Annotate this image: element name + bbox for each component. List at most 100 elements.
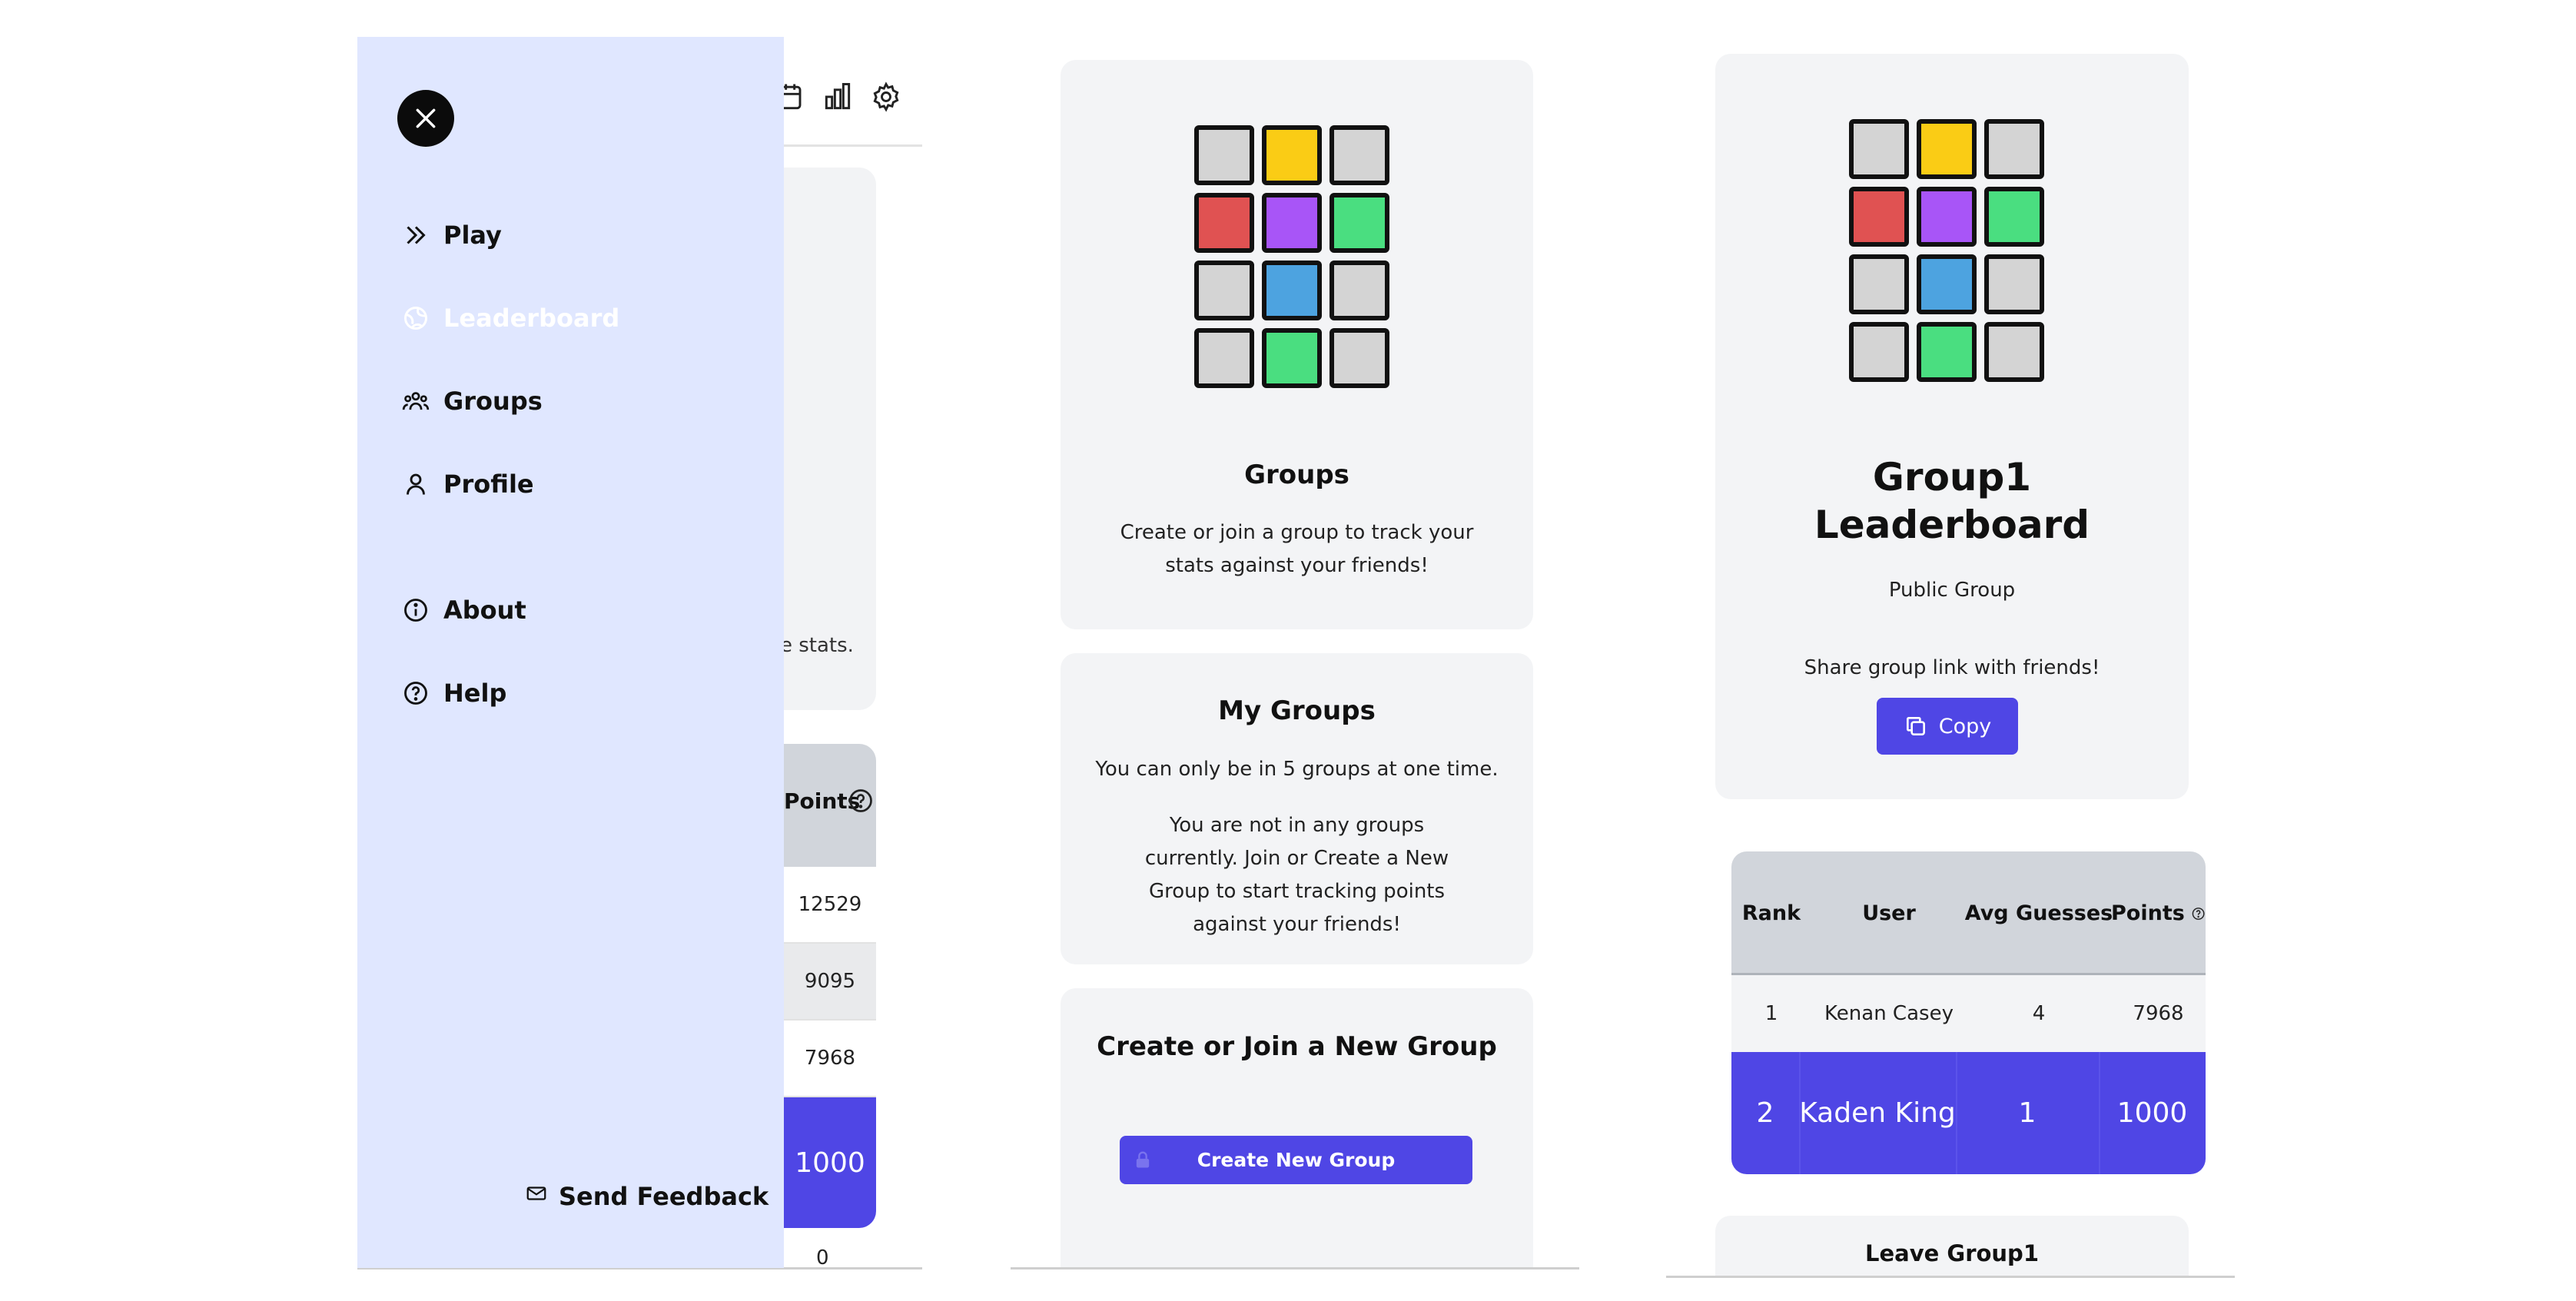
nav-item-label: Play xyxy=(443,221,502,250)
table-row: 1 Kenan Casey 4 7968 xyxy=(1731,975,2206,1052)
logo-tile xyxy=(1917,254,1977,314)
logo-tile xyxy=(1984,187,2044,247)
logo-tile xyxy=(1984,322,2044,382)
user-cell: Kenan Casey xyxy=(1824,1002,1954,1025)
table-row: 7968 xyxy=(784,1021,876,1097)
column-header-user: User xyxy=(1862,901,1916,925)
create-new-group-button[interactable]: Create New Group xyxy=(1120,1136,1472,1184)
globe-icon xyxy=(400,303,431,334)
copy-label: Copy xyxy=(1938,714,1992,738)
points-cell: 7968 xyxy=(2133,1002,2184,1025)
logo-tile xyxy=(1849,187,1909,247)
column-header-points: Points xyxy=(2111,851,2206,975)
group-visibility: Public Group xyxy=(1888,579,2016,602)
group-title-line2: Leaderboard xyxy=(1814,503,2090,547)
rank-cell: 2 xyxy=(1756,1097,1774,1129)
avg-guesses-cell: 4 xyxy=(2032,1002,2046,1025)
share-text: Share group link with friends! xyxy=(1804,656,2100,679)
screen-bottom-edge xyxy=(1011,1267,1579,1269)
help-circle-icon[interactable] xyxy=(2191,901,2206,926)
send-feedback-label: Send Feedback xyxy=(559,1182,769,1211)
logo-tile xyxy=(1329,193,1389,253)
points-label: Points xyxy=(2111,901,2185,925)
logo-tile xyxy=(1917,187,1977,247)
users-icon xyxy=(400,386,431,417)
logo-tile xyxy=(1329,125,1389,185)
background-stats-text: e stats. xyxy=(780,634,854,657)
create-join-card: Create or Join a New Group Create New Gr… xyxy=(1061,988,1533,1269)
logo-tile xyxy=(1329,328,1389,388)
table-header: Points xyxy=(784,744,876,867)
nav-item-label: Groups xyxy=(443,387,543,416)
table-cell: 0 xyxy=(816,1246,829,1269)
groups-intro-card: Groups Create or join a group to track y… xyxy=(1061,60,1533,629)
nav-item-label: About xyxy=(443,596,526,625)
column-header-rank: Rank xyxy=(1741,901,1801,925)
logo-tile xyxy=(1262,261,1322,320)
close-button[interactable] xyxy=(397,90,454,147)
logo-tile xyxy=(1194,193,1254,253)
column-header-avg-guesses: Avg Guesses xyxy=(1964,901,2113,925)
points-cell: 1000 xyxy=(2116,1097,2188,1129)
copy-link-button[interactable]: Copy xyxy=(1877,698,2018,755)
nav-item-about[interactable]: About xyxy=(400,590,526,630)
my-groups-empty-message: You are not in any groups currently. Joi… xyxy=(1144,814,1449,936)
rank-cell: 1 xyxy=(1764,1002,1778,1025)
table-row-highlighted: 1000 xyxy=(784,1097,876,1228)
table-header: Rank User Avg Guesses Points xyxy=(1731,851,2206,975)
table-row: 12529 xyxy=(784,867,876,944)
app-logo-grid xyxy=(1849,119,2044,382)
logo-tile xyxy=(1194,328,1254,388)
group-header-card: Group1 Leaderboard Public Group Share gr… xyxy=(1715,54,2189,799)
nav-item-profile[interactable]: Profile xyxy=(400,464,534,504)
nav-item-play[interactable]: Play xyxy=(400,215,502,255)
logo-tile xyxy=(1849,254,1909,314)
table-row-highlighted: 2 Kaden King 1 1000 xyxy=(1731,1052,2206,1174)
send-feedback-link[interactable]: Send Feedback xyxy=(525,1182,768,1211)
app-logo-grid xyxy=(1194,125,1389,388)
nav-item-groups[interactable]: Groups xyxy=(400,381,543,421)
logo-tile xyxy=(1262,328,1322,388)
logo-tile xyxy=(1194,125,1254,185)
bar-chart-icon[interactable] xyxy=(821,80,855,114)
create-join-title: Create or Join a New Group xyxy=(1097,1031,1497,1062)
logo-tile xyxy=(1917,322,1977,382)
logo-tile xyxy=(1984,119,2044,179)
logo-tile xyxy=(1194,261,1254,320)
logo-tile xyxy=(1984,254,2044,314)
background-card xyxy=(784,168,876,710)
help-circle-icon xyxy=(400,678,431,709)
group-title-line1: Group1 xyxy=(1872,455,2032,499)
leave-group-label[interactable]: Leave Group1 xyxy=(1715,1240,2189,1266)
background-leaderboard-table: Points 12529 9095 7968 1000 xyxy=(784,744,876,1228)
group-title: Group1 Leaderboard xyxy=(1715,453,2189,549)
logo-tile xyxy=(1262,125,1322,185)
logo-tile xyxy=(1329,261,1389,320)
user-icon xyxy=(400,469,431,499)
mail-icon xyxy=(525,1182,548,1211)
gear-icon[interactable] xyxy=(869,80,903,114)
help-circle-icon[interactable] xyxy=(847,787,875,815)
logo-tile xyxy=(1849,322,1909,382)
nav-item-leaderboard[interactable]: Leaderboard xyxy=(400,298,619,338)
leave-group-card[interactable]: Leave Group1 xyxy=(1715,1216,2189,1277)
nav-item-label: Profile xyxy=(443,470,534,499)
avg-guesses-cell: 1 xyxy=(2018,1097,2037,1129)
chevrons-right-icon xyxy=(400,220,431,251)
groups-title: Groups xyxy=(1244,460,1349,490)
user-cell: Kaden King xyxy=(1799,1097,1956,1129)
nav-item-label: Leaderboard xyxy=(443,304,620,333)
logo-tile xyxy=(1917,119,1977,179)
nav-item-help[interactable]: Help xyxy=(400,673,506,713)
lock-icon xyxy=(1136,1151,1150,1168)
screen-bottom-edge xyxy=(1666,1276,2235,1278)
nav-item-label: Help xyxy=(443,679,507,708)
info-icon xyxy=(400,595,431,626)
create-new-group-label: Create New Group xyxy=(1197,1149,1396,1171)
table-row: 9095 xyxy=(784,944,876,1021)
my-groups-card: My Groups You can only be in 5 groups at… xyxy=(1061,653,1533,964)
copy-icon xyxy=(1906,717,1925,735)
my-groups-limit: You can only be in 5 groups at one time. xyxy=(1095,758,1499,781)
my-groups-title: My Groups xyxy=(1218,695,1376,726)
top-bar-divider xyxy=(784,144,922,147)
